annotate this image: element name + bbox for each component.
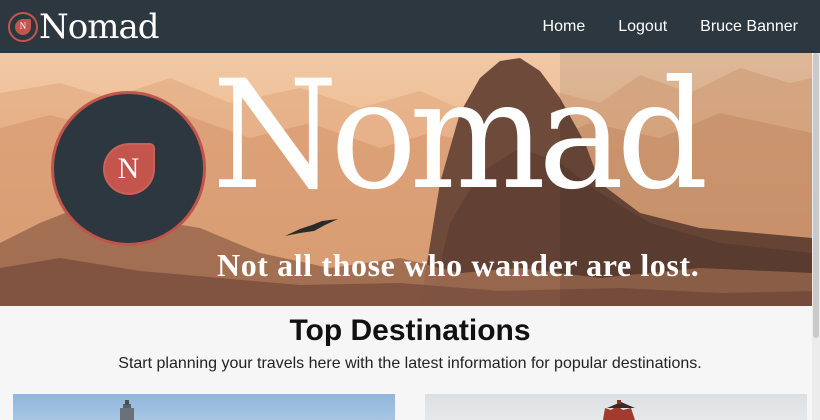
destination-card[interactable]	[425, 394, 807, 420]
nav-logout-link[interactable]: Logout	[618, 18, 667, 36]
brand-name: Nomad	[39, 6, 159, 47]
nav-user-link[interactable]: Bruce Banner	[700, 18, 798, 36]
nomad-logo-icon: N	[8, 11, 38, 42]
scrollbar-thumb[interactable]	[813, 53, 819, 338]
destination-image	[603, 400, 635, 420]
hero-logo-letter: N	[117, 151, 140, 185]
logo-letter: N	[19, 21, 27, 31]
hero-banner: N Nomad Not all those who wander are los…	[0, 53, 812, 306]
brand-link[interactable]: N Nomad	[8, 0, 159, 53]
nav-home-link[interactable]: Home	[543, 18, 586, 36]
section-subtitle: Start planning your travels here with th…	[118, 355, 702, 372]
destination-image	[120, 400, 134, 420]
nav-links: Home Logout Bruce Banner	[510, 0, 798, 53]
hero-title: Nomad	[212, 53, 709, 223]
section-title: Top Destinations	[289, 314, 531, 347]
hero-tagline: Not all those who wander are lost.	[217, 247, 700, 283]
destination-card[interactable]	[13, 394, 395, 420]
navbar: N Nomad Home Logout Bruce Banner	[0, 0, 820, 53]
nomad-hero-logo-icon: N	[51, 91, 206, 246]
